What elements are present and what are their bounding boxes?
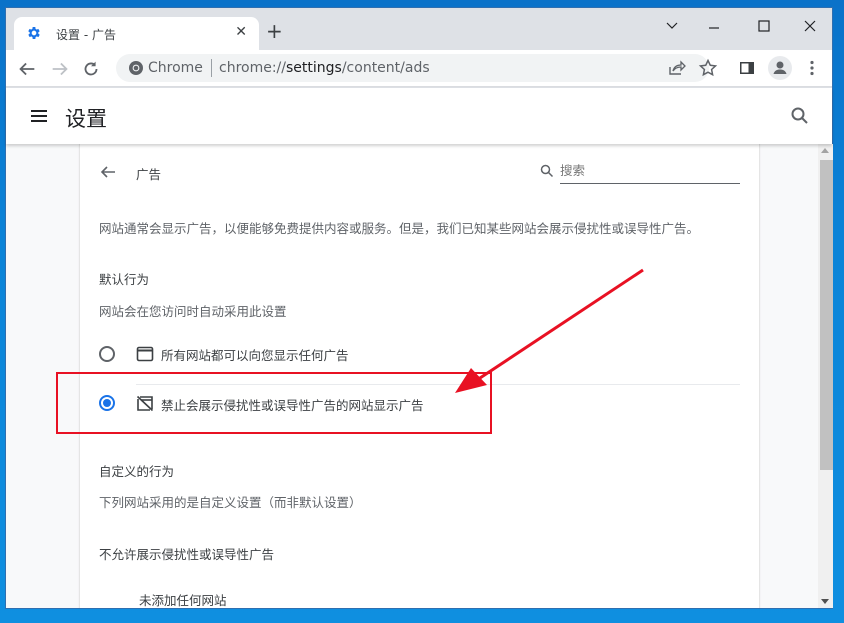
chrome-logo-icon bbox=[129, 61, 143, 75]
ads-off-icon bbox=[136, 395, 154, 412]
custom-behavior-heading: 自定义的行为 bbox=[99, 464, 175, 479]
back-icon[interactable] bbox=[16, 58, 38, 80]
subpage-search[interactable] bbox=[540, 160, 740, 184]
maximize-icon[interactable] bbox=[744, 14, 784, 38]
tab-strip: 设置 - 广告 ✕ + bbox=[6, 8, 832, 50]
web-asset-icon bbox=[136, 346, 154, 362]
page-description: 网站通常会显示广告，以便能够免费提供内容或服务。但是，我们已知某些网站会展示侵扰… bbox=[99, 221, 700, 236]
back-arrow-icon[interactable] bbox=[99, 163, 117, 181]
option-label: 所有网站都可以向您显示任何广告 bbox=[161, 348, 349, 363]
close-tab-icon[interactable]: ✕ bbox=[235, 24, 247, 40]
default-behavior-subtitle: 网站会在您访问时自动采用此设置 bbox=[99, 304, 287, 319]
close-window-icon[interactable] bbox=[790, 14, 830, 38]
tab-title: 设置 - 广告 bbox=[56, 28, 116, 42]
tab-search-chevron-icon[interactable] bbox=[652, 14, 692, 38]
profile-avatar-icon[interactable] bbox=[768, 56, 792, 80]
page-scrollbar[interactable] bbox=[818, 144, 833, 608]
subpage-search-input[interactable] bbox=[560, 160, 740, 181]
blocked-sites-heading: 不允许展示侵扰性或误导性广告 bbox=[99, 547, 275, 562]
custom-behavior-subtitle: 下列网站采用的是自定义设置（而非默认设置） bbox=[99, 495, 362, 510]
forward-icon[interactable] bbox=[49, 58, 71, 80]
scrollbar-thumb[interactable] bbox=[820, 160, 833, 470]
scroll-up-arrow-icon[interactable] bbox=[821, 148, 829, 153]
ads-settings-card: 广告 网站通常会显示广告，以便能够免费提供内容或服务。但是，我们已知某些网站会展… bbox=[79, 144, 760, 608]
address-bar[interactable]: Chrome chrome://settings/content/ads bbox=[116, 54, 718, 82]
gear-icon bbox=[28, 27, 40, 39]
minimize-icon[interactable] bbox=[694, 14, 734, 38]
default-behavior-heading: 默认行为 bbox=[99, 272, 150, 287]
search-settings-icon[interactable] bbox=[790, 106, 810, 126]
omnibox-site-chip: Chrome bbox=[148, 60, 203, 76]
settings-content: 广告 网站通常会显示广告，以便能够免费提供内容或服务。但是，我们已知某些网站会展… bbox=[6, 144, 818, 608]
option-label: 禁止会展示侵扰性或误导性广告的网站显示广告 bbox=[161, 398, 424, 413]
option-divider bbox=[136, 384, 740, 385]
scroll-down-arrow-icon[interactable] bbox=[821, 599, 829, 604]
radio-block-intrusive[interactable] bbox=[99, 395, 115, 411]
browser-toolbar: Chrome chrome://settings/content/ads bbox=[6, 50, 832, 87]
new-tab-button[interactable]: + bbox=[266, 21, 283, 41]
radio-allow-all[interactable] bbox=[99, 346, 115, 362]
omnibox-url[interactable]: chrome://settings/content/ads bbox=[219, 60, 430, 76]
settings-header: 设置 bbox=[6, 88, 832, 144]
browser-window: 设置 - 广告 ✕ + Chrome chrome://settings/con… bbox=[5, 7, 833, 609]
settings-title: 设置 bbox=[65, 107, 107, 131]
blocked-sites-empty: 未添加任何网站 bbox=[139, 593, 227, 608]
tab-settings-ads[interactable]: 设置 - 广告 ✕ bbox=[14, 17, 259, 50]
more-menu-icon[interactable] bbox=[802, 58, 822, 78]
search-icon bbox=[540, 164, 554, 178]
omnibox-separator bbox=[211, 59, 212, 77]
page-title: 广告 bbox=[136, 167, 162, 182]
side-panel-icon[interactable] bbox=[737, 58, 757, 78]
share-icon[interactable] bbox=[666, 58, 686, 78]
reload-icon[interactable] bbox=[80, 58, 102, 80]
hamburger-menu-icon[interactable] bbox=[30, 107, 48, 125]
bookmark-star-icon[interactable] bbox=[698, 58, 718, 78]
